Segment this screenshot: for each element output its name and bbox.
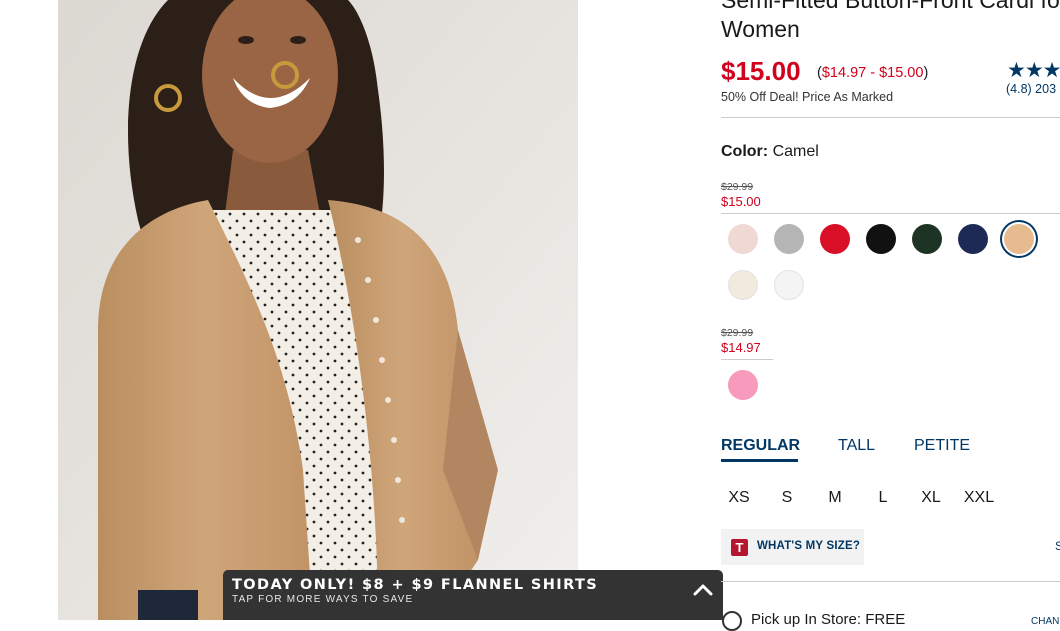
color-swatch-cream[interactable]	[728, 270, 758, 300]
size-option-xxl[interactable]: XXL	[959, 489, 999, 507]
price-group-2-divider	[721, 359, 773, 360]
color-swatch-black[interactable]	[866, 224, 896, 254]
color-label: Color:	[721, 143, 769, 160]
price-group-1-divider	[721, 213, 1060, 214]
size-option-xs[interactable]: XS	[719, 489, 759, 507]
color-swatch-navy[interactable]	[958, 224, 988, 254]
color-swatch-white[interactable]	[774, 270, 804, 300]
tab-regular[interactable]: REGULAR	[721, 437, 800, 455]
product-image[interactable]	[58, 0, 578, 620]
color-swatch-pink[interactable]	[728, 370, 758, 400]
price-range: ($14.97 - $15.00)	[817, 65, 928, 81]
current-price: $15.00	[721, 56, 801, 86]
divider	[721, 581, 1060, 582]
color-selection: Color: Camel	[721, 143, 819, 161]
price-group-1-now: $15.00	[721, 194, 761, 209]
size-option-l[interactable]: L	[863, 489, 903, 507]
size-option-m[interactable]: M	[815, 489, 855, 507]
active-tab-indicator	[721, 459, 798, 462]
price-group-2-was: $29.99	[721, 327, 754, 339]
wms-logo-icon: T	[731, 539, 748, 556]
divider	[721, 117, 1060, 118]
size-chart-link[interactable]: S	[1055, 539, 1060, 553]
product-info-panel: Semi-Fitted Button-Front Cardi for Women…	[719, 0, 1060, 631]
rating-summary[interactable]: (4.8) 203	[1006, 82, 1056, 96]
price-range-close: )	[923, 65, 929, 81]
change-store-link[interactable]: CHANG	[1031, 616, 1060, 627]
promo-subtitle: TAP FOR MORE WAYS TO SAVE	[232, 594, 414, 605]
color-swatch-camel[interactable]	[1004, 224, 1034, 254]
price-range-value: $14.97 - $15.00	[821, 65, 924, 81]
color-swatch-blush[interactable]	[728, 224, 758, 254]
price-group-1-was: $29.99	[721, 181, 754, 193]
color-swatch-heather-gray[interactable]	[774, 224, 804, 254]
chevron-up-icon[interactable]	[693, 584, 713, 596]
tab-tall[interactable]: TALL	[838, 437, 875, 455]
whats-my-size-label: WHAT'S MY SIZE?	[757, 540, 861, 552]
product-title-line1: Semi-Fitted Button-Front Cardi for	[721, 0, 1060, 13]
whats-my-size-button[interactable]: T WHAT'S MY SIZE?	[721, 529, 864, 565]
color-swatch-red[interactable]	[820, 224, 850, 254]
promo-title: TODAY ONLY! $8 + $9 FLANNEL SHIRTS	[232, 577, 599, 593]
product-title: Semi-Fitted Button-Front Cardi for Women	[721, 0, 1060, 44]
color-swatch-dark-green[interactable]	[912, 224, 942, 254]
size-option-xl[interactable]: XL	[911, 489, 951, 507]
model-photo	[58, 0, 578, 620]
size-option-s[interactable]: S	[767, 489, 807, 507]
star-rating-icon[interactable]: ★★★	[1007, 58, 1060, 83]
price-group-2-now: $14.97	[721, 340, 761, 355]
promo-banner[interactable]: TODAY ONLY! $8 + $9 FLANNEL SHIRTS TAP F…	[223, 570, 723, 620]
product-title-line2: Women	[721, 16, 800, 42]
pickup-radio[interactable]	[722, 611, 742, 631]
color-value: Camel	[772, 143, 819, 160]
deal-text: 50% Off Deal! Price As Marked	[721, 90, 894, 104]
tab-petite[interactable]: PETITE	[914, 437, 970, 455]
